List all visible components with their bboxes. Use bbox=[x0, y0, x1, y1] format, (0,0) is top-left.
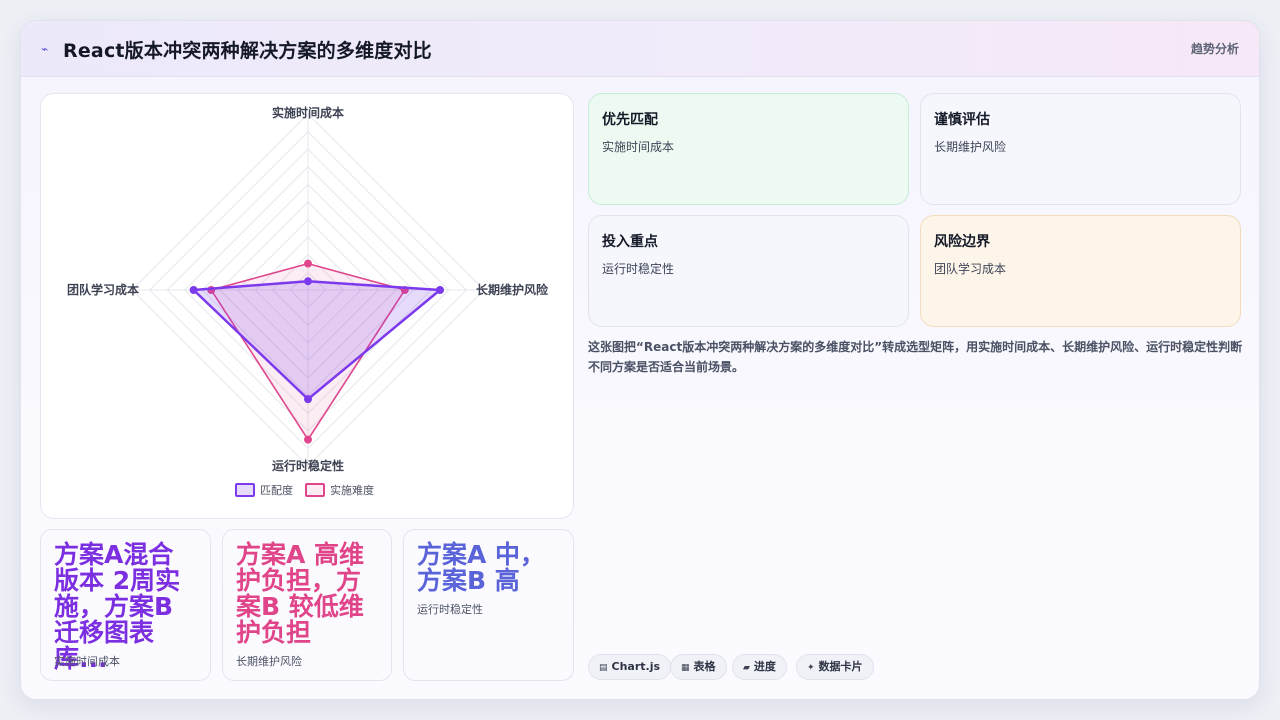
insight-detail: 长期维护风险 bbox=[934, 140, 1007, 154]
radar-point bbox=[436, 286, 444, 294]
chip-label: Chart.js bbox=[611, 660, 661, 673]
radar-point bbox=[189, 286, 198, 294]
stat-label: 实施时间成本 bbox=[54, 655, 120, 668]
radar-point bbox=[304, 277, 312, 286]
stat-value: 方案A 中，方案B 高 bbox=[417, 540, 546, 595]
insight-card-investment: 投入重点 运行时稳定性 bbox=[588, 215, 909, 327]
insight-card-risk: 风险边界 团队学习成本 bbox=[920, 215, 1241, 327]
axis-label: 团队学习成本 bbox=[67, 282, 139, 297]
axis-label: 运行时稳定性 bbox=[272, 458, 344, 473]
stat-card-maintenance: 方案A 高维护负担，方案B 较低维护负担 长期维护风险 bbox=[222, 529, 392, 681]
legend-label: 匹配度 bbox=[260, 483, 293, 497]
insight-card-priority: 优先匹配 实施时间成本 bbox=[588, 93, 909, 205]
legend-swatch bbox=[235, 483, 255, 497]
insight-card-caution: 谨慎评估 长期维护风险 bbox=[920, 93, 1241, 205]
stat-value: 方案A 高维护负担，方案B 较低维护负担 bbox=[236, 540, 365, 647]
chart-icon: ▤ bbox=[599, 663, 608, 673]
axis-label: 长期维护风险 bbox=[476, 282, 549, 297]
insight-title: 优先匹配 bbox=[602, 112, 658, 128]
progress-icon: ▰ bbox=[743, 663, 750, 673]
summary-text: 这张图把“React版本冲突两种解决方案的多维度对比”转成选型矩阵，用实施时间成… bbox=[588, 340, 1243, 374]
chip-progress[interactable]: ▰ 进度 bbox=[732, 654, 787, 680]
radar-chart: 实施时间成本长期维护风险运行时稳定性 团队学习成本匹配度 实施难度 bbox=[67, 105, 549, 497]
page-title: React版本冲突两种解决方案的多维度对比 bbox=[63, 40, 432, 62]
insight-detail: 团队学习成本 bbox=[934, 262, 1007, 276]
radar-chart-panel: 实施时间成本长期维护风险运行时稳定性 团队学习成本匹配度 实施难度 bbox=[40, 93, 574, 519]
stat-card-time: 方案A混合版本 2周实施，方案B迁移图表库... 实施时间成本 bbox=[40, 529, 211, 681]
insight-detail: 实施时间成本 bbox=[602, 140, 675, 154]
axis-label: 实施时间成本 bbox=[272, 105, 344, 120]
radar-point bbox=[304, 435, 312, 444]
radar-series-1 bbox=[192, 279, 442, 401]
insight-title: 谨慎评估 bbox=[934, 112, 990, 128]
insight-title: 投入重点 bbox=[602, 234, 658, 250]
radar-point bbox=[304, 259, 312, 268]
insight-detail: 运行时稳定性 bbox=[602, 262, 675, 276]
legend-label: 实施难度 bbox=[330, 483, 374, 497]
insight-title: 风险边界 bbox=[934, 234, 990, 250]
chip-label: 数据卡片 bbox=[818, 660, 863, 673]
sparkle-icon: ✦ bbox=[807, 663, 815, 673]
chip-label: 进度 bbox=[753, 660, 776, 673]
stat-card-stability: 方案A 中，方案B 高 运行时稳定性 bbox=[403, 529, 574, 681]
table-icon: ▦ bbox=[681, 663, 690, 673]
category-tag: 趋势分析 bbox=[1190, 42, 1239, 56]
legend-swatch bbox=[305, 483, 325, 497]
trend-icon: ⌁ bbox=[41, 42, 49, 56]
chip-label: 表格 bbox=[693, 660, 716, 673]
radar-point bbox=[304, 395, 312, 404]
chip-table[interactable]: ▦ 表格 bbox=[670, 654, 727, 680]
chip-chartjs[interactable]: ▤ Chart.js bbox=[588, 654, 672, 680]
header-bar: ⌁ React版本冲突两种解决方案的多维度对比 趋势分析 bbox=[21, 21, 1259, 77]
stat-label: 长期维护风险 bbox=[236, 655, 302, 668]
chip-data-card[interactable]: ✦ 数据卡片 bbox=[796, 654, 874, 680]
stat-label: 运行时稳定性 bbox=[417, 603, 483, 616]
report-card: ⌁ React版本冲突两种解决方案的多维度对比 趋势分析 实施时间成本长期维护风… bbox=[20, 20, 1260, 700]
